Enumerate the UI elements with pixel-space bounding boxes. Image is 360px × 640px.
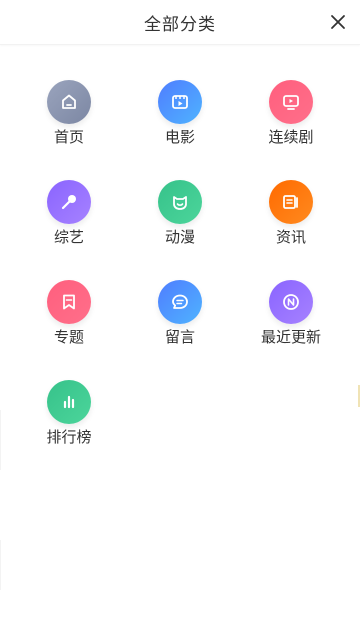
news-icon bbox=[283, 195, 298, 209]
bookmark-icon bbox=[63, 294, 75, 310]
message-icon-circle bbox=[158, 280, 202, 324]
category-label: 留言 bbox=[164, 328, 195, 346]
header-bar: 全部分类 bbox=[0, 0, 360, 45]
ranking-icon bbox=[63, 395, 75, 409]
category-item-home[interactable]: 首页 bbox=[14, 80, 124, 180]
category-item-series[interactable]: 连续剧 bbox=[236, 80, 346, 180]
category-item-movie[interactable]: 电影 bbox=[125, 80, 235, 180]
tv-icon-circle bbox=[269, 80, 313, 124]
film-icon bbox=[172, 95, 188, 109]
category-item-anime[interactable]: 动漫 bbox=[125, 180, 235, 280]
left-edge-divider bbox=[0, 410, 1, 470]
category-label: 排行榜 bbox=[46, 428, 92, 446]
category-label: 首页 bbox=[53, 128, 84, 146]
category-label: 连续剧 bbox=[268, 128, 314, 146]
category-item-topic[interactable]: 专题 bbox=[14, 280, 124, 380]
close-icon bbox=[331, 15, 345, 29]
left-edge-divider bbox=[0, 540, 1, 590]
category-label: 综艺 bbox=[53, 228, 84, 246]
home-icon bbox=[62, 94, 76, 109]
category-label: 电影 bbox=[164, 128, 195, 146]
cartoon-face-icon bbox=[173, 196, 187, 210]
film-icon-circle bbox=[158, 80, 202, 124]
category-label: 最近更新 bbox=[260, 328, 321, 346]
page-title: 全部分类 bbox=[144, 15, 216, 35]
category-item-ranking[interactable]: 排行榜 bbox=[14, 380, 124, 480]
category-item-message[interactable]: 留言 bbox=[125, 280, 235, 380]
category-label: 资讯 bbox=[275, 228, 306, 246]
close-button[interactable] bbox=[326, 10, 350, 34]
cartoon-face-icon-circle bbox=[158, 180, 202, 224]
microphone-icon bbox=[61, 195, 76, 210]
new-icon-circle bbox=[269, 280, 313, 324]
category-item-variety[interactable]: 综艺 bbox=[14, 180, 124, 280]
microphone-icon-circle bbox=[47, 180, 91, 224]
home-icon-circle bbox=[47, 80, 91, 124]
category-item-news[interactable]: 资讯 bbox=[236, 180, 346, 280]
category-item-recent-updates[interactable]: 最近更新 bbox=[236, 280, 346, 380]
category-grid: 首页 电影 连续剧 综艺 动漫 资讯 专题 留言 最近更新 排行榜 bbox=[14, 80, 346, 480]
bookmark-icon-circle bbox=[47, 280, 91, 324]
ranking-icon-circle bbox=[47, 380, 91, 424]
message-icon bbox=[172, 294, 188, 309]
category-label: 专题 bbox=[53, 328, 84, 346]
category-label: 动漫 bbox=[164, 228, 195, 246]
news-icon-circle bbox=[269, 180, 313, 224]
tv-icon bbox=[283, 95, 299, 110]
new-icon bbox=[283, 294, 299, 310]
category-screen: 全部分类 首页 电影 连续剧 综艺 动漫 资讯 专题 留言 最近更新 排行榜 bbox=[0, 0, 360, 640]
